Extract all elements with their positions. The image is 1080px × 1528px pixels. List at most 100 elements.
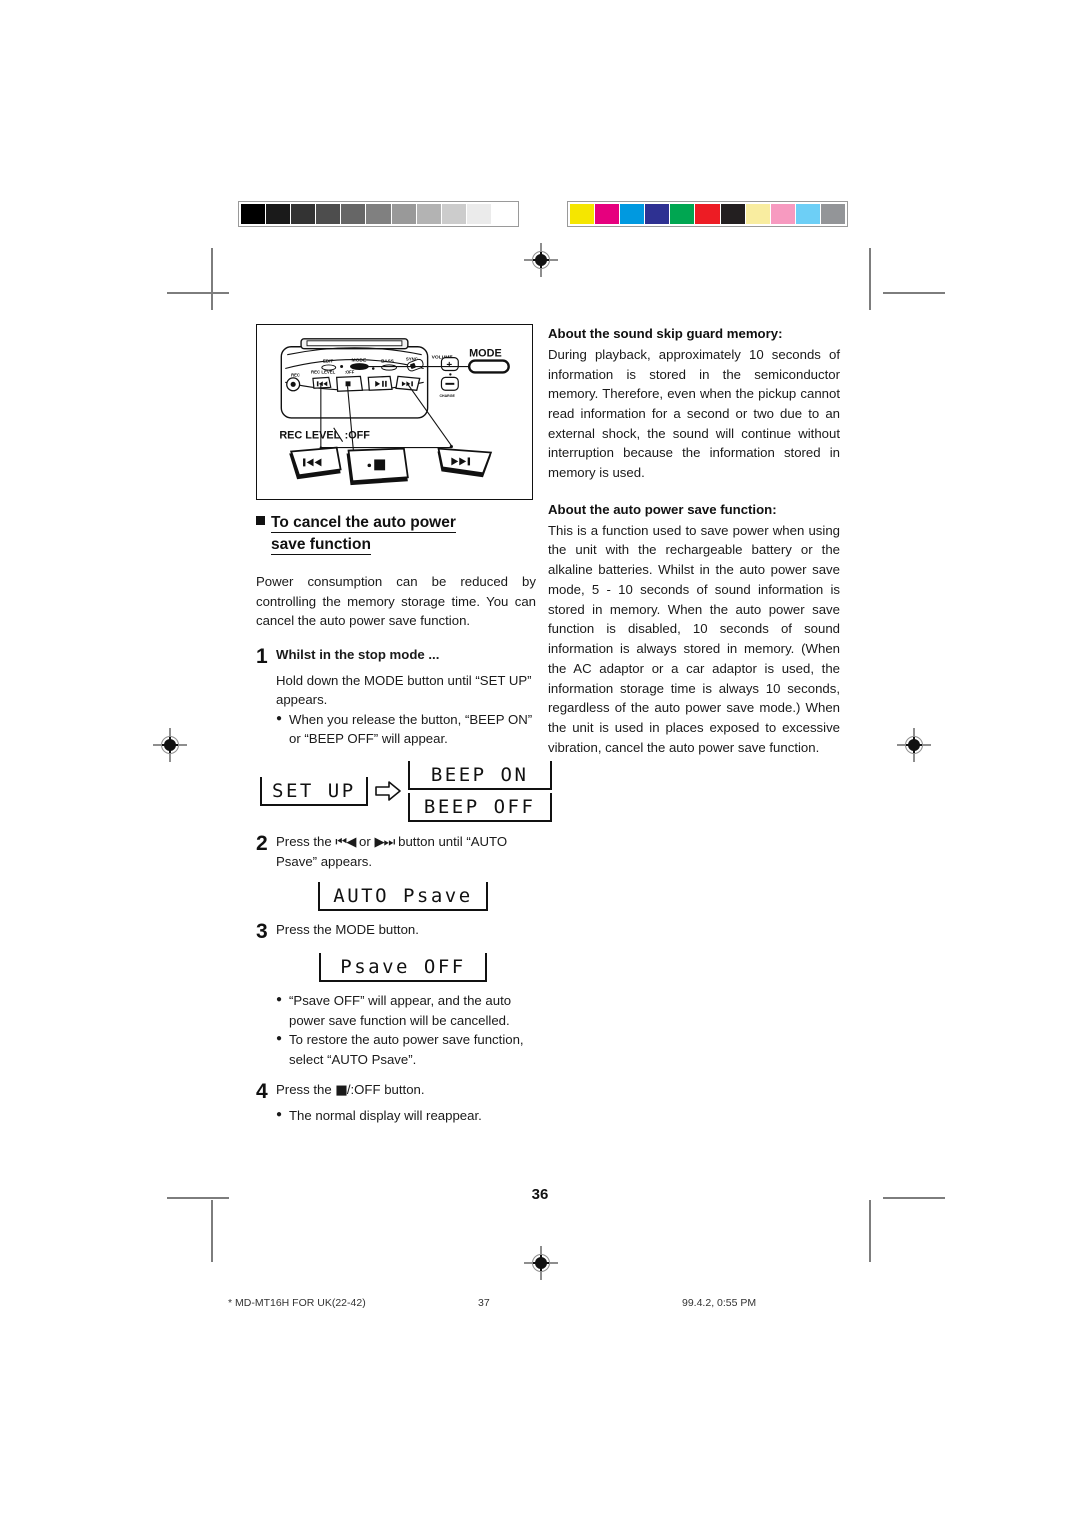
bullet-dot-icon: ●	[276, 994, 283, 1006]
calibration-swatch	[695, 204, 720, 224]
auto-power-save-function-body: This is a function used to save power wh…	[548, 522, 840, 755]
step-3-bullet-2-text: To restore the auto power save function,…	[289, 1032, 524, 1067]
calibration-swatch	[316, 204, 341, 224]
registration-mark-left	[153, 728, 187, 762]
lcd-beep-on: BEEP ON	[407, 760, 552, 790]
calibration-swatch	[391, 204, 416, 224]
calibration-swatch	[620, 204, 645, 224]
label-mode: MODE	[351, 358, 367, 364]
crop-mark-top-right-vertical	[869, 248, 871, 310]
section-heading: To cancel the auto power save function	[256, 512, 536, 556]
bullet-dot-icon: ●	[276, 712, 283, 724]
bullet-dot-icon: ●	[276, 1109, 283, 1121]
sound-skip-guard-memory-body: During playback, approximately 10 second…	[548, 346, 840, 481]
lcd-beep-off: BEEP OFF	[407, 792, 552, 822]
manual-page: EDIT MODE BASS SYNC VOLUME REC REC LEVEL…	[0, 0, 1080, 1528]
step-2-number: 2	[256, 831, 268, 855]
svg-text:+: +	[446, 360, 452, 371]
step-4-bullet-1-text: The normal display will reappear.	[289, 1108, 482, 1124]
next-track-icon: ▶⏭	[374, 834, 395, 850]
calibration-swatch	[795, 204, 820, 224]
step-1-bullet-1-text: When you release the button, “BEEP ON” o…	[289, 711, 533, 747]
step-3-bullet-1-text: “Psave OFF” will appear, and the auto po…	[289, 993, 512, 1028]
stop-icon: ■	[335, 1083, 348, 1099]
step-3-bullet-2: ● To restore the auto power save functio…	[256, 1030, 536, 1069]
step-4-bullet-1: ● The normal display will reappear.	[256, 1106, 536, 1125]
calibration-swatch	[416, 204, 441, 224]
calibration-swatch	[720, 204, 745, 224]
step-1-number: 1	[256, 645, 268, 669]
label-off-small: :OFF	[345, 369, 355, 374]
step-3-number: 3	[256, 920, 268, 944]
sound-skip-guard-memory-title: About the sound skip guard memory:	[548, 326, 783, 341]
crop-mark-bottom-left-vertical	[211, 1200, 213, 1262]
step-4-text-post: /:OFF button.	[346, 1082, 425, 1098]
left-content-column: To cancel the auto power save function P…	[256, 512, 552, 1125]
step-2: 2 Press the ⏮◀ or ▶⏭ button until “AUTO …	[256, 832, 536, 872]
step-2-text-mid: or	[355, 833, 375, 849]
callout-label-off: :OFF	[345, 430, 371, 442]
section-heading-line2: save function	[271, 536, 371, 555]
step-3-bullet-1: ● “Psave OFF” will appear, and the auto …	[256, 991, 536, 1030]
registration-mark-top	[524, 243, 558, 277]
footer-timestamp: 99.4.2, 0:55 PM	[682, 1297, 757, 1309]
section-heading-line1: To cancel the auto power	[271, 514, 456, 533]
enlarged-prev-button	[289, 446, 342, 480]
label-edit: EDIT	[323, 359, 334, 364]
calibration-swatch	[491, 204, 517, 224]
footer-page: 37	[478, 1297, 490, 1309]
calibration-swatch	[466, 204, 491, 224]
crop-mark-bottom-right-vertical	[869, 1200, 871, 1262]
lcd-group-setup: SET UP BEEP ON BEEP OFF	[256, 760, 552, 822]
heading-square-bullet-icon	[256, 516, 265, 525]
intro-paragraph: Power consumption can be reduced by cont…	[256, 574, 536, 629]
enlarged-next-button	[437, 447, 493, 478]
calibration-swatch	[341, 204, 366, 224]
calibration-swatch	[770, 204, 795, 224]
arrow-right-icon	[374, 780, 401, 802]
right-content-column: About the sound skip guard memory: Durin…	[548, 324, 840, 758]
step-4-text-pre: Press the	[276, 1082, 336, 1098]
calibration-swatch	[366, 204, 391, 224]
crop-mark-top-left-horizontal	[167, 292, 229, 294]
auto-power-save-function-title: About the auto power save function:	[548, 501, 777, 517]
device-illustration-panel: EDIT MODE BASS SYNC VOLUME REC REC LEVEL…	[256, 324, 533, 500]
callout-label-rec-level: REC LEVEL	[279, 430, 340, 442]
step-4-number: 4	[256, 1080, 268, 1104]
prev-track-icon: ⏮◀	[335, 834, 356, 850]
lcd-auto-psave: AUTO Psave	[318, 882, 488, 912]
lcd-group-psave-off: Psave OFF	[256, 953, 536, 983]
calibration-swatch	[441, 204, 466, 224]
calibration-swatch	[266, 204, 291, 224]
callout-label-mode: MODE	[469, 348, 502, 360]
lcd-set-up: SET UP	[260, 776, 368, 806]
step-1-title: Whilst in the stop mode ...	[276, 647, 440, 663]
step-3-body: Press the MODE button.	[276, 922, 419, 938]
lcd-group-auto-psave: AUTO Psave	[256, 882, 536, 912]
footer-filename: * MD-MT16H FOR UK(22-42)	[228, 1297, 366, 1309]
lcd-psave-off: Psave OFF	[319, 953, 487, 983]
page-number: 36	[531, 1186, 549, 1203]
enlarged-stop-button	[346, 447, 409, 486]
grayscale-calibration-bar	[238, 201, 519, 227]
label-rec: REC	[291, 372, 300, 377]
calibration-swatch	[291, 204, 316, 224]
calibration-swatch	[570, 204, 595, 224]
print-footer: * MD-MT16H FOR UK(22-42) 37 99.4.2, 0:55…	[228, 1297, 852, 1309]
color-calibration-bar	[567, 201, 848, 227]
step-1-body: Hold down the MODE button until “SET UP”…	[276, 673, 532, 708]
step-1-bullet-1: ● When you release the button, “BEEP ON”…	[256, 710, 536, 749]
step-3: 3 Press the MODE button.	[256, 920, 536, 942]
registration-mark-right	[897, 728, 931, 762]
crop-mark-top-right-horizontal	[883, 292, 945, 294]
label-bass: BASS	[381, 359, 394, 364]
registration-mark-bottom	[524, 1246, 558, 1280]
calibration-swatch	[241, 204, 266, 224]
crop-mark-top-left-vertical	[211, 248, 213, 310]
step-1: 1 Whilst in the stop mode ...	[256, 645, 536, 667]
calibration-swatch	[670, 204, 695, 224]
calibration-swatch	[745, 204, 770, 224]
calibration-swatch	[595, 204, 620, 224]
label-charge: CHARGE	[439, 394, 455, 398]
step-2-text-pre: Press the	[276, 833, 336, 849]
